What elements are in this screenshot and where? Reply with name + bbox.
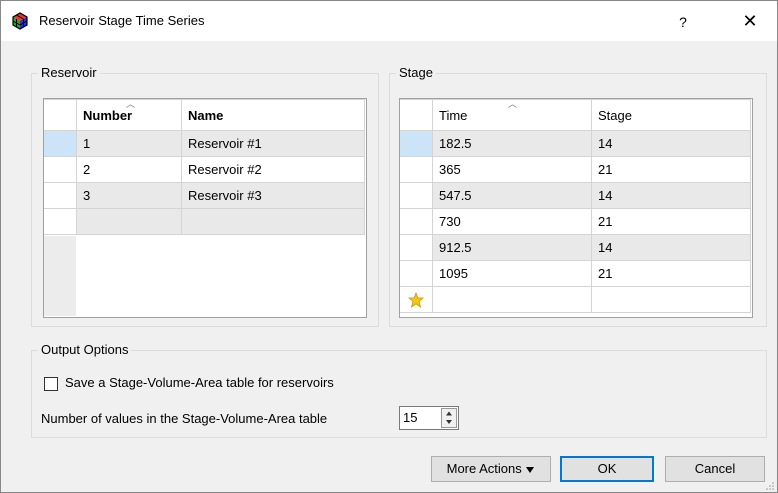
row-header[interactable] xyxy=(400,208,433,235)
spin-buttons[interactable] xyxy=(441,408,457,428)
cell-number[interactable]: 1 xyxy=(76,130,182,157)
cell-name[interactable]: Reservoir #1 xyxy=(181,130,365,157)
resize-grip-icon[interactable] xyxy=(765,480,775,490)
table-corner xyxy=(400,99,433,131)
table-row[interactable]: 182.5 14 xyxy=(400,130,751,157)
window-title: Reservoir Stage Time Series xyxy=(39,13,205,28)
save-sva-label[interactable]: Save a Stage-Volume-Area table for reser… xyxy=(65,375,334,390)
app-cube-icon xyxy=(12,12,28,30)
spin-down-icon[interactable] xyxy=(442,418,456,427)
cell-stage[interactable]: 14 xyxy=(591,182,751,209)
table-row[interactable]: 3 Reservoir #3 xyxy=(44,182,365,209)
cell-number[interactable] xyxy=(76,208,182,235)
cell-time[interactable] xyxy=(432,286,592,313)
close-button[interactable]: ✕ xyxy=(737,9,763,33)
row-header[interactable] xyxy=(400,130,433,157)
cell-stage[interactable]: 21 xyxy=(591,208,751,235)
new-table-row[interactable] xyxy=(400,286,751,313)
table-row[interactable]: 1095 21 xyxy=(400,260,751,287)
num-values-spinbox[interactable]: 15 xyxy=(399,406,459,430)
column-header-name[interactable]: Name xyxy=(181,99,365,131)
cell-time[interactable]: 730 xyxy=(432,208,592,235)
row-header[interactable] xyxy=(44,208,77,235)
row-header-fill xyxy=(44,236,76,316)
more-actions-label: More Actions xyxy=(446,461,522,476)
more-actions-button[interactable]: More Actions xyxy=(431,456,551,482)
column-header-stage[interactable]: Stage xyxy=(591,99,751,131)
row-header[interactable] xyxy=(400,182,433,209)
row-header[interactable] xyxy=(400,260,433,287)
table-corner xyxy=(44,99,77,131)
cell-time[interactable]: 182.5 xyxy=(432,130,592,157)
stage-group-label: Stage xyxy=(396,65,436,80)
row-header[interactable] xyxy=(400,156,433,183)
cell-name[interactable]: Reservoir #2 xyxy=(181,156,365,183)
table-row[interactable]: 912.5 14 xyxy=(400,234,751,261)
cell-time[interactable]: 912.5 xyxy=(432,234,592,261)
cell-time[interactable]: 365 xyxy=(432,156,592,183)
cell-number[interactable]: 2 xyxy=(76,156,182,183)
new-table-row[interactable] xyxy=(44,208,365,235)
star-icon xyxy=(407,291,425,308)
num-values-label: Number of values in the Stage-Volume-Are… xyxy=(41,411,328,426)
reservoir-table[interactable]: Number Name 1 Reservoir #1 2 Reservoir #… xyxy=(43,98,367,318)
output-options-label: Output Options xyxy=(38,342,132,357)
sort-ascending-icon: ︿ xyxy=(126,99,136,109)
cell-stage[interactable]: 21 xyxy=(591,156,751,183)
row-header[interactable] xyxy=(400,234,433,261)
num-values-value[interactable]: 15 xyxy=(403,410,417,425)
cell-stage[interactable]: 21 xyxy=(591,260,751,287)
row-header[interactable] xyxy=(44,182,77,209)
spin-up-icon[interactable] xyxy=(442,409,456,418)
stage-table[interactable]: Time Stage 182.5 14 365 21 547.5 14 730 xyxy=(399,98,753,318)
cell-name[interactable] xyxy=(181,208,365,235)
cell-number[interactable]: 3 xyxy=(76,182,182,209)
row-header[interactable] xyxy=(44,156,77,183)
triangle-down-icon xyxy=(526,466,535,473)
title-bar[interactable]: Reservoir Stage Time Series ? ✕ xyxy=(1,1,777,41)
table-row[interactable]: 365 21 xyxy=(400,156,751,183)
save-sva-checkbox[interactable] xyxy=(44,377,58,391)
cell-name[interactable]: Reservoir #3 xyxy=(181,182,365,209)
cell-time[interactable]: 1095 xyxy=(432,260,592,287)
cancel-button[interactable]: Cancel xyxy=(665,456,765,482)
sort-ascending-icon: ︿ xyxy=(508,99,518,109)
ok-button[interactable]: OK xyxy=(560,456,654,482)
cell-stage[interactable]: 14 xyxy=(591,234,751,261)
dialog-window: Reservoir Stage Time Series ? ✕ Reservoi… xyxy=(0,0,778,493)
row-header[interactable] xyxy=(400,286,433,313)
reservoir-group-label: Reservoir xyxy=(38,65,100,80)
help-button[interactable]: ? xyxy=(671,11,695,33)
table-row[interactable]: 547.5 14 xyxy=(400,182,751,209)
cell-stage[interactable]: 14 xyxy=(591,130,751,157)
table-row[interactable]: 2 Reservoir #2 xyxy=(44,156,365,183)
table-row[interactable]: 730 21 xyxy=(400,208,751,235)
table-row[interactable]: 1 Reservoir #1 xyxy=(44,130,365,157)
cell-stage[interactable] xyxy=(591,286,751,313)
cell-time[interactable]: 547.5 xyxy=(432,182,592,209)
row-header[interactable] xyxy=(44,130,77,157)
